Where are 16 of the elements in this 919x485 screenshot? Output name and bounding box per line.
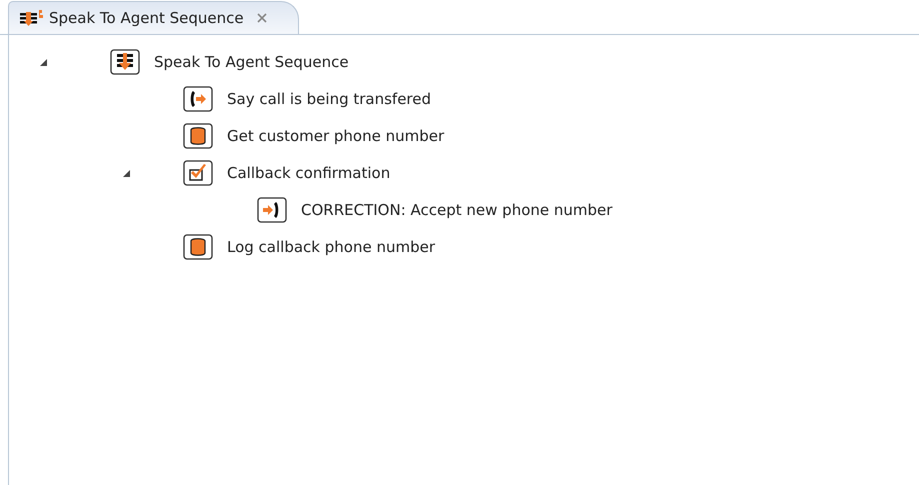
editor-tab[interactable]: Speak To Agent Sequence [8,1,299,34]
sequence-icon [19,9,45,27]
expanded-arrow-icon[interactable] [121,168,131,178]
cylinder-icon [183,234,213,260]
tree-item[interactable]: Log callback phone number [227,238,436,256]
tree-item[interactable]: Say call is being transfered [227,90,432,108]
arrow-phone-icon [257,196,287,222]
tree-item[interactable]: Get customer phone number [227,126,444,144]
sequence-icon [110,48,140,74]
checkbox-icon [183,160,213,186]
expanded-arrow-icon[interactable] [38,56,48,66]
tree-item[interactable]: CORRECTION: Accept new phone number [301,200,612,218]
tree-item[interactable]: Speak To Agent Sequence [154,52,349,70]
cylinder-icon [183,122,213,148]
tree-item[interactable]: Callback confirmation [227,164,390,182]
close-icon[interactable] [256,12,268,24]
